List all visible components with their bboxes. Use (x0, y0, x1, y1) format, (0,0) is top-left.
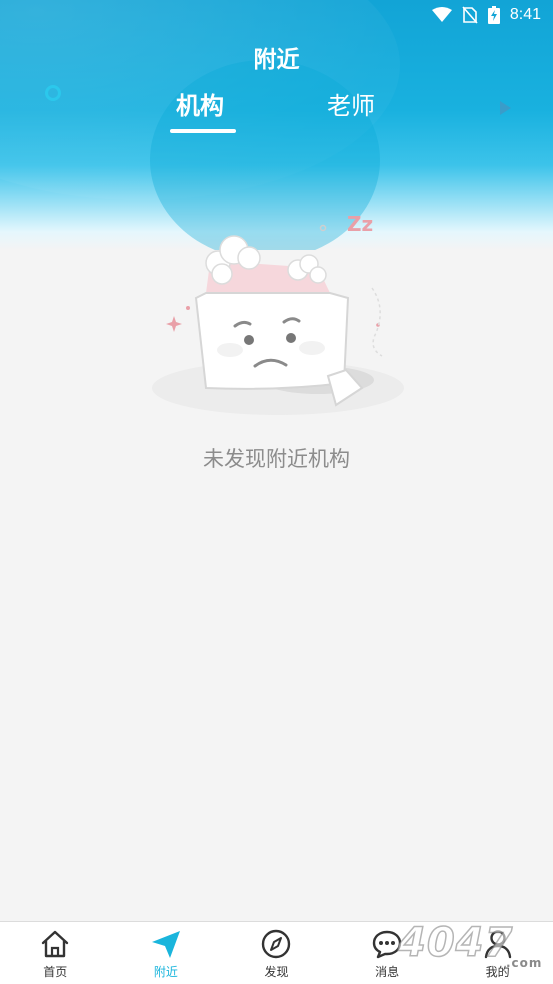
status-bar: 8:41 (431, 0, 553, 30)
status-time: 8:41 (509, 6, 541, 23)
compass-icon (262, 929, 291, 959)
wifi-icon (431, 7, 452, 22)
home-icon (42, 930, 69, 958)
active-tab-indicator (170, 129, 236, 133)
nav-label: 消息 (375, 965, 400, 979)
triangle-decoration (500, 101, 511, 115)
nav-item-discover[interactable]: 发现 (221, 922, 332, 984)
location-arrow-icon (151, 931, 180, 958)
nav-label: 首页 (43, 965, 68, 979)
bottom-navigation: 首页 附近 发现 消息 我的 (0, 921, 553, 984)
nav-label: 附近 (153, 965, 178, 979)
sleep-z-icon: Zz (347, 212, 373, 236)
user-icon (484, 930, 511, 959)
nav-label: 我的 (485, 965, 510, 979)
tab-organizations[interactable]: 机构 (176, 86, 224, 121)
empty-box-illustration: Zz (152, 212, 404, 415)
empty-state-message: 未发现附近机构 (203, 447, 350, 471)
nav-item-home[interactable]: 首页 (0, 922, 111, 984)
page-title: 附近 (253, 47, 300, 73)
nav-item-profile[interactable]: 我的 (442, 922, 553, 984)
nav-item-messages[interactable]: 消息 (332, 922, 443, 984)
nav-label: 发现 (264, 965, 289, 979)
chat-bubble-icon (372, 930, 402, 959)
ring-decoration (45, 85, 61, 101)
battery-charging-icon (487, 6, 500, 24)
no-sim-icon (462, 6, 478, 24)
nav-item-nearby[interactable]: 附近 (111, 922, 222, 984)
tab-teachers[interactable]: 老师 (327, 86, 375, 121)
